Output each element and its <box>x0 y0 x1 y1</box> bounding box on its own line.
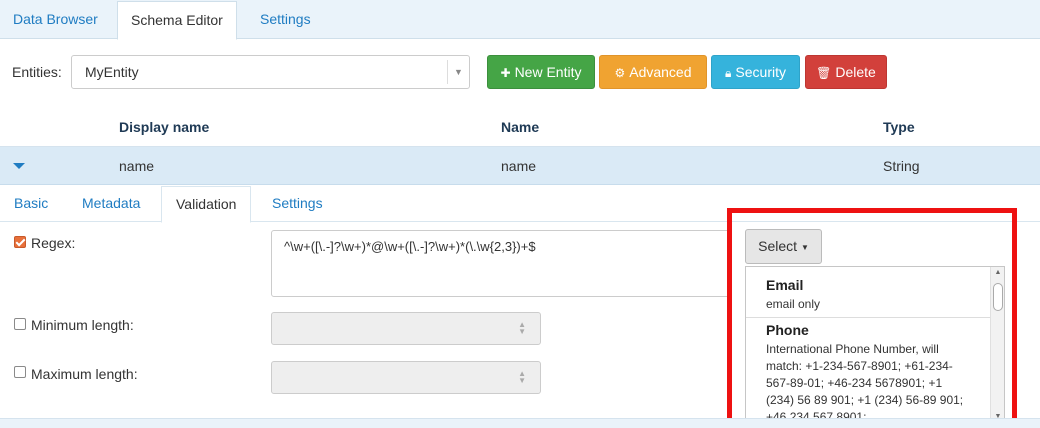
min-length-input[interactable]: ▲ ▼ <box>271 312 541 345</box>
divider <box>0 418 1040 428</box>
top-tab-bar: Data Browser Schema Editor Settings <box>0 0 1040 40</box>
lock-icon: 🔒︎ <box>725 66 732 80</box>
tab-basic[interactable]: Basic <box>0 186 62 222</box>
advanced-label: Advanced <box>629 64 692 80</box>
cell-name: name <box>501 158 537 174</box>
tab-metadata[interactable]: Metadata <box>68 186 154 222</box>
caret-down-icon: ▼ <box>800 243 809 252</box>
dropdown-item-phone[interactable]: Phone International Phone Number, will m… <box>746 322 991 426</box>
tab-property-settings[interactable]: Settings <box>258 186 337 222</box>
table-row[interactable]: name name String <box>0 147 1040 185</box>
tab-settings[interactable]: Settings <box>247 1 324 39</box>
delete-label: Delete <box>835 64 876 80</box>
spinner-icon: ▲ ▼ <box>518 369 526 385</box>
property-tab-bar: Basic Metadata Validation Settings <box>0 186 1040 223</box>
entity-select[interactable]: MyEntity ▼ <box>71 55 470 89</box>
dropdown-item-description: International Phone Number, will match: … <box>766 342 964 424</box>
advanced-button[interactable]: ⚙ Advanced <box>599 55 707 89</box>
cell-display-name: name <box>119 158 155 174</box>
spinner-icon: ▲ ▼ <box>518 320 526 336</box>
dropdown-scrollbar[interactable]: ▲ ▼ <box>990 267 1004 428</box>
max-length-checkbox[interactable] <box>14 366 26 378</box>
scroll-thumb[interactable] <box>993 283 1003 311</box>
column-header-name[interactable]: Name <box>501 119 539 135</box>
plus-icon: ✚ <box>500 66 511 80</box>
entities-label: Entities: <box>12 64 62 80</box>
select-label: Select <box>758 238 798 254</box>
regex-preset-dropdown: Email email only Phone International Pho… <box>745 266 1005 428</box>
regex-label: Regex: <box>31 235 76 251</box>
divider <box>746 317 991 318</box>
min-length-checkbox[interactable] <box>14 318 26 330</box>
new-entity-button[interactable]: ✚ New Entity <box>487 55 595 89</box>
delete-button[interactable]: 🗑︎ Delete <box>805 55 887 89</box>
max-length-label: Maximum length: <box>31 366 138 382</box>
trash-icon: 🗑︎ <box>816 66 832 80</box>
tab-data-browser[interactable]: Data Browser <box>0 1 111 39</box>
security-button[interactable]: 🔒︎ Security <box>711 55 800 89</box>
dropdown-item-email[interactable]: Email email only <box>746 277 991 313</box>
column-header-type[interactable]: Type <box>883 119 915 135</box>
dropdown-item-title: Phone <box>766 322 809 338</box>
dropdown-item-description: email only <box>766 297 821 311</box>
gears-icon: ⚙ <box>614 66 626 80</box>
tab-validation[interactable]: Validation <box>161 186 252 223</box>
regex-checkbox[interactable] <box>14 236 26 248</box>
tab-schema-editor[interactable]: Schema Editor <box>117 1 237 40</box>
scroll-up-icon[interactable]: ▲ <box>993 269 1003 276</box>
new-entity-label: New Entity <box>514 64 582 80</box>
chevron-down-icon: ▼ <box>447 60 469 84</box>
regex-select-button[interactable]: Select ▼ <box>745 229 822 264</box>
max-length-input[interactable]: ▲ ▼ <box>271 361 541 394</box>
entity-select-value: MyEntity <box>85 64 139 80</box>
cell-type: String <box>883 158 920 174</box>
column-header-display-name[interactable]: Display name <box>119 119 209 135</box>
security-label: Security <box>735 64 786 80</box>
min-length-label: Minimum length: <box>31 317 134 333</box>
caret-down-icon[interactable] <box>13 163 25 169</box>
regex-textarea[interactable]: ^\w+([\.-]?\w+)*@\w+([\.-]?\w+)*(\.\w{2,… <box>271 230 730 297</box>
dropdown-item-title: Email <box>766 277 804 293</box>
